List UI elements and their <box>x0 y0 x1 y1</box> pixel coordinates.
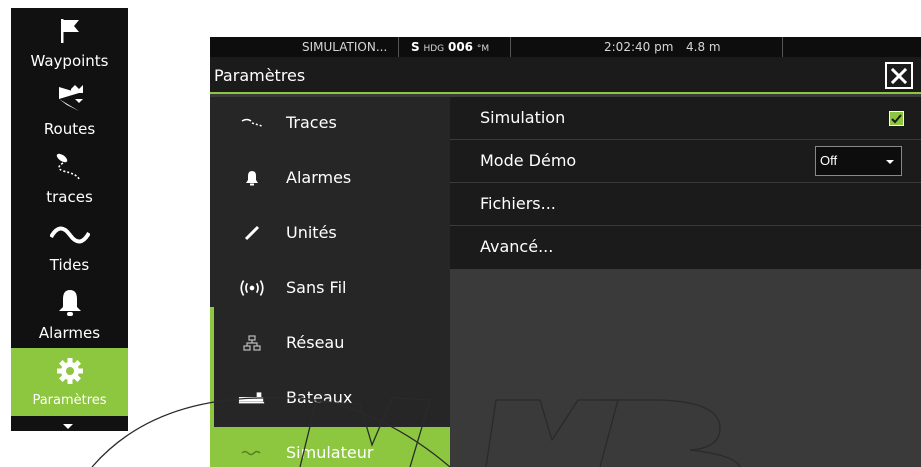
menu-item-label: Paramètres <box>32 393 107 408</box>
chevron-down-icon <box>63 424 73 429</box>
checkmark-icon <box>891 114 902 124</box>
option-simulation[interactable]: Simulation <box>450 97 921 140</box>
menu-item-label: Tides <box>49 256 90 274</box>
settings-category-list: Traces Alarmes Unités Sans Fil Réseau Ba… <box>210 97 450 467</box>
settings-window: SIMULATION... S HDG 006 °M 2:02:40 pm 4.… <box>210 37 921 467</box>
menu-item-waypoints[interactable]: Waypoints <box>11 8 128 76</box>
menu-item-routes[interactable]: Routes <box>11 76 128 144</box>
menu-item-traces[interactable]: traces <box>11 144 128 212</box>
category-bateaux[interactable]: Bateaux <box>210 372 450 424</box>
status-depth: 4.8 m <box>686 40 721 54</box>
category-scrollbar[interactable] <box>210 307 214 467</box>
menu-item-label: Waypoints <box>30 52 109 70</box>
demo-mode-select[interactable]: Off <box>815 146 902 176</box>
category-simulateur[interactable]: Simulateur <box>210 427 450 467</box>
category-sans-fil[interactable]: Sans Fil <box>210 262 450 314</box>
option-advanced[interactable]: Avancé... <box>450 226 921 269</box>
route-icon <box>11 84 128 114</box>
close-button[interactable] <box>885 62 913 89</box>
trail-icon <box>238 113 266 133</box>
side-menu: Waypoints Routes traces Tides Alarmes Pa… <box>11 8 128 431</box>
status-heading: S HDG 006 °M <box>411 40 490 54</box>
menu-item-label: Routes <box>43 120 96 138</box>
gear-icon <box>11 356 128 386</box>
ruler-icon <box>238 223 266 243</box>
menu-item-label: Alarmes <box>38 324 101 342</box>
status-source: SIMULATION... <box>302 40 388 54</box>
simulator-options-panel: Simulation Mode Démo Off Fichiers... Ava… <box>450 97 921 269</box>
close-icon <box>891 67 907 84</box>
option-label: Avancé... <box>480 237 554 256</box>
option-label: Mode Démo <box>480 151 577 170</box>
category-label: Traces <box>286 113 337 132</box>
demo-mode-value: Off <box>820 153 838 168</box>
category-label: Simulateur <box>286 443 374 462</box>
tide-wave-icon <box>11 220 128 250</box>
simulation-checkbox[interactable] <box>889 111 904 126</box>
option-files[interactable]: Fichiers... <box>450 183 921 226</box>
menu-item-parametres[interactable]: Paramètres <box>11 348 128 416</box>
bell-icon <box>238 168 266 188</box>
option-demo-mode[interactable]: Mode Démo Off <box>450 140 921 183</box>
chevron-down-icon <box>886 160 894 164</box>
simulator-icon <box>238 443 266 463</box>
status-divider <box>398 37 399 57</box>
category-traces[interactable]: Traces <box>210 97 450 149</box>
bell-icon <box>11 288 128 318</box>
status-divider <box>782 37 783 57</box>
option-label: Simulation <box>480 108 566 127</box>
category-label: Sans Fil <box>286 278 347 297</box>
category-label: Unités <box>286 223 337 242</box>
option-label: Fichiers... <box>480 194 556 213</box>
category-label: Réseau <box>286 333 345 352</box>
category-reseau[interactable]: Réseau <box>210 317 450 369</box>
flag-icon <box>11 16 128 46</box>
vessel-icon <box>238 388 266 408</box>
status-bar: SIMULATION... S HDG 006 °M 2:02:40 pm 4.… <box>210 37 921 57</box>
category-alarmes[interactable]: Alarmes <box>210 152 450 204</box>
menu-item-alarmes[interactable]: Alarmes <box>11 280 128 348</box>
trail-icon <box>11 152 128 182</box>
menu-item-tides[interactable]: Tides <box>11 212 128 280</box>
title-bar: Paramètres <box>210 57 921 94</box>
wireless-icon <box>238 278 266 298</box>
network-icon <box>238 333 266 353</box>
menu-item-label: traces <box>46 188 93 206</box>
status-time: 2:02:40 pm <box>604 40 674 54</box>
category-label: Bateaux <box>286 388 353 407</box>
status-divider <box>510 37 511 57</box>
category-label: Alarmes <box>286 168 352 187</box>
window-title: Paramètres <box>214 66 306 85</box>
category-unites[interactable]: Unités <box>210 207 450 259</box>
